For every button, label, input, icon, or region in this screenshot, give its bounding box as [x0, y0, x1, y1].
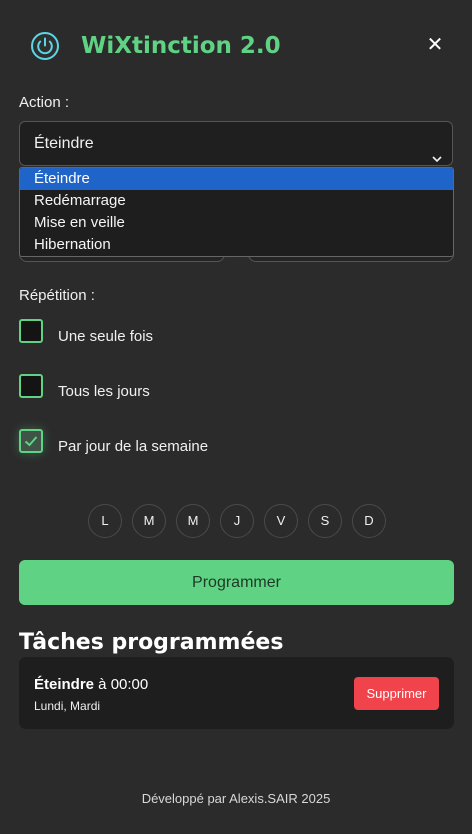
task-time: à 00:00 — [94, 676, 149, 693]
schedule-button[interactable]: Programmer — [19, 560, 454, 605]
checkbox-weekday-label: Par jour de la semaine — [58, 438, 209, 455]
app-title: WiXtinction 2.0 — [81, 33, 281, 59]
day-button-mardi[interactable]: M — [132, 504, 166, 538]
day-button-vendredi[interactable]: V — [264, 504, 298, 538]
day-button-dimanche[interactable]: D — [352, 504, 386, 538]
action-dropdown-list: Éteindre Redémarrage Mise en veille Hibe… — [19, 167, 454, 257]
checkbox-daily-label: Tous les jours — [58, 383, 150, 400]
day-button-samedi[interactable]: S — [308, 504, 342, 538]
action-select[interactable]: Éteindre — [19, 121, 453, 166]
task-summary: Éteindre à 00:00 — [34, 676, 148, 693]
day-button-jeudi[interactable]: J — [220, 504, 254, 538]
task-action: Éteindre — [34, 676, 95, 693]
delete-task-button[interactable]: Supprimer — [354, 677, 439, 710]
footer-credit: Développé par Alexis.SAIR 2025 — [141, 791, 331, 806]
checkbox-daily[interactable] — [19, 374, 43, 398]
option-eteindre[interactable]: Éteindre — [20, 168, 453, 190]
task-days: Lundi, Mardi — [34, 699, 101, 713]
checkbox-once-label: Une seule fois — [58, 328, 154, 345]
repetition-label: Répétition : — [19, 287, 95, 304]
app-header: WiXtinction 2.0 ✕ — [0, 0, 472, 92]
checkbox-once[interactable] — [19, 319, 43, 343]
close-icon[interactable]: ✕ — [425, 35, 445, 55]
checkbox-weekday[interactable] — [19, 429, 43, 453]
chevron-down-icon — [432, 138, 442, 163]
power-icon — [30, 31, 60, 61]
action-select-value: Éteindre — [34, 135, 94, 152]
option-mise-en-veille[interactable]: Mise en veille — [20, 212, 453, 234]
option-redemarrage[interactable]: Redémarrage — [20, 190, 453, 212]
day-button-lundi[interactable]: L — [88, 504, 122, 538]
option-hibernation[interactable]: Hibernation — [20, 234, 453, 256]
scheduled-tasks-title: Tâches programmées — [19, 630, 284, 655]
check-icon — [24, 436, 38, 447]
day-button-mercredi[interactable]: M — [176, 504, 210, 538]
action-label: Action : — [19, 94, 70, 111]
task-card: Éteindre à 00:00 Lundi, Mardi Supprimer — [19, 657, 454, 729]
